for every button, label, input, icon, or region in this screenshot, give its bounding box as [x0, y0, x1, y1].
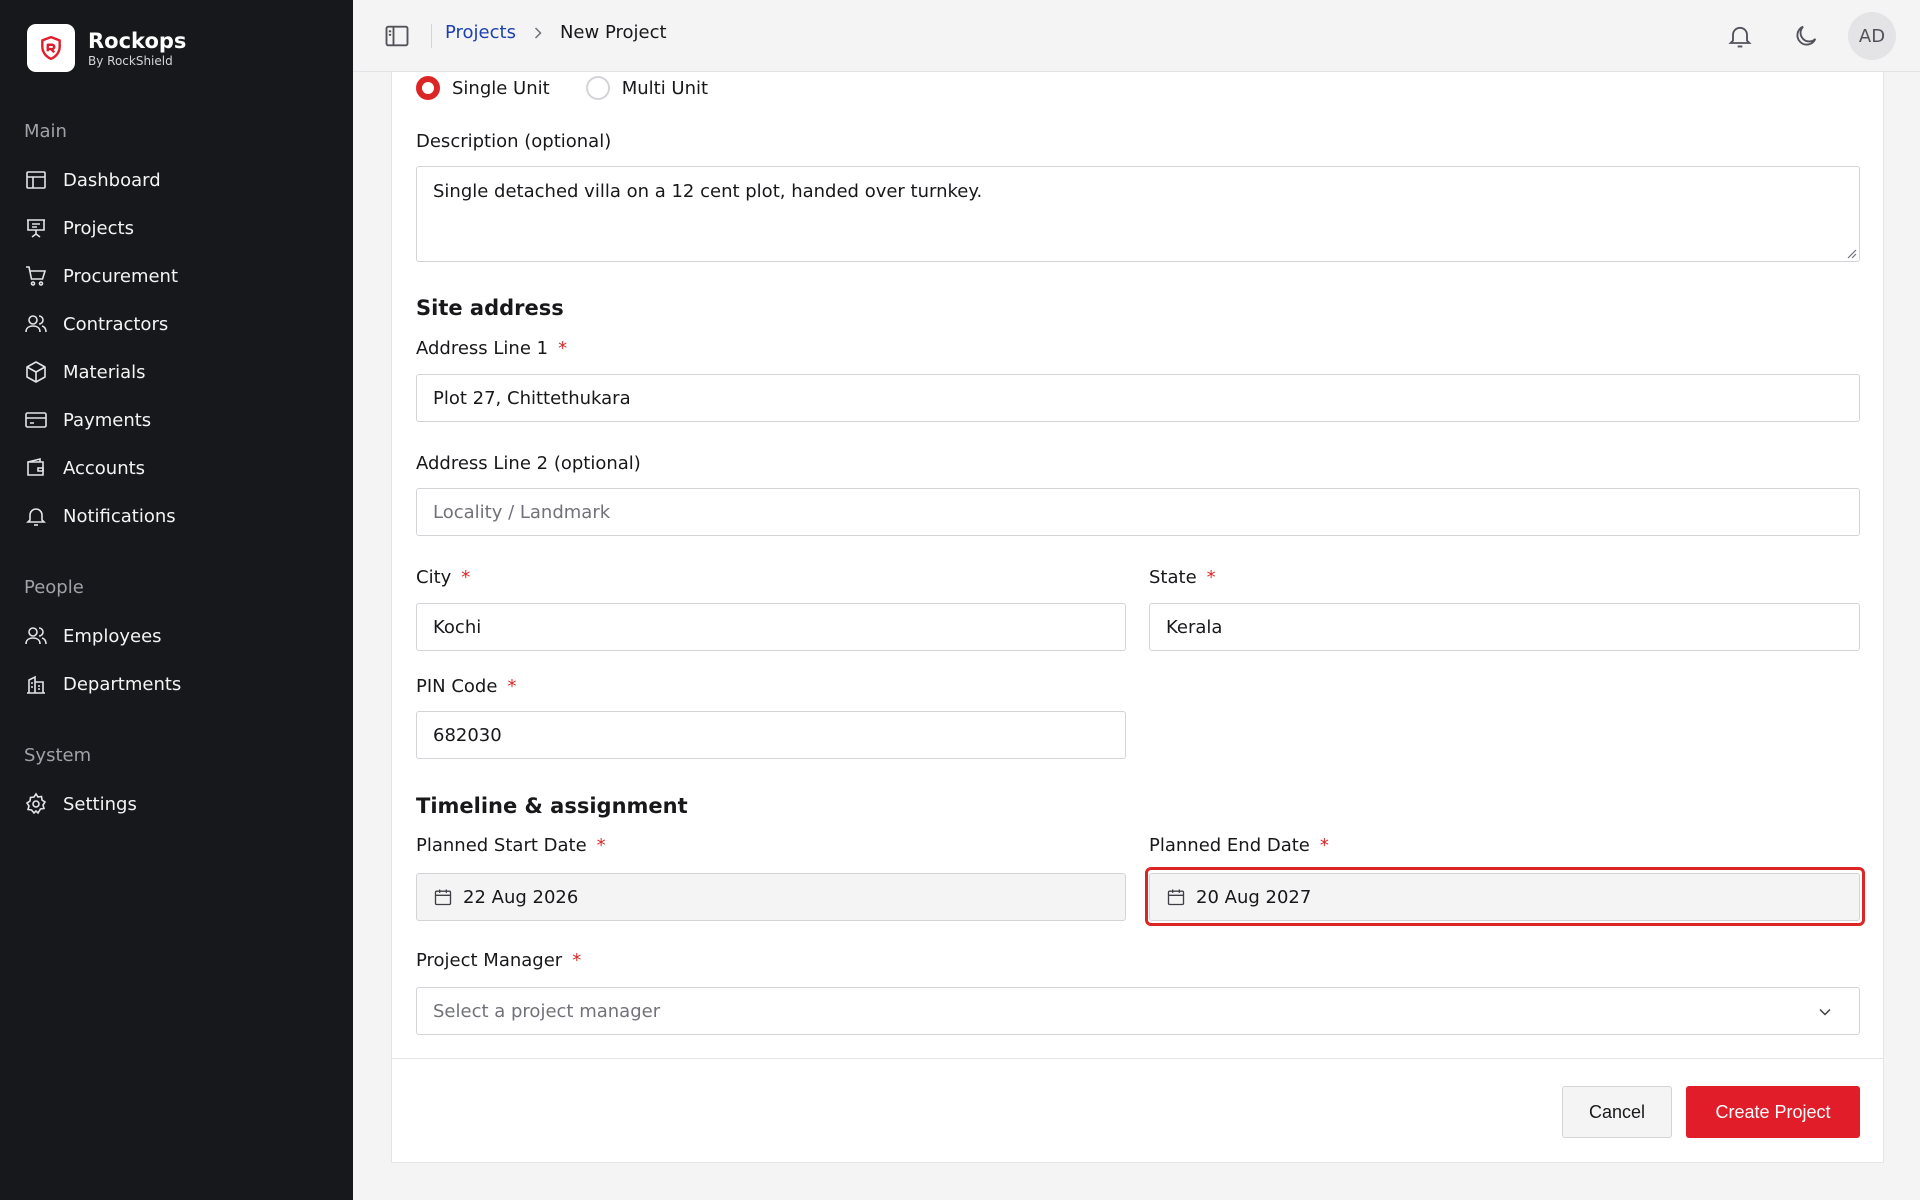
sidebar-item-label: Departments	[63, 673, 182, 695]
sidebar-item-projects[interactable]: Projects	[24, 208, 329, 248]
pin-code-label: PIN Code *	[416, 676, 517, 697]
sidebar-item-materials[interactable]: Materials	[24, 352, 329, 392]
breadcrumb-current: New Project	[559, 22, 667, 43]
moon-icon[interactable]	[1792, 22, 1820, 50]
cart-icon	[26, 266, 47, 286]
breadcrumb: Projects New Project	[445, 22, 667, 43]
multi-unit-radio[interactable]	[585, 76, 610, 100]
brand[interactable]: Rockops By RockShield	[27, 24, 186, 72]
sidebar-item-contractors[interactable]: Contractors	[24, 304, 329, 344]
address-line2-input[interactable]: Locality / Landmark	[416, 488, 1860, 536]
timeline-heading: Timeline & assignment	[416, 794, 688, 818]
new-project-form: Single Unit Multi Unit Description (opti…	[391, 72, 1884, 1163]
wallet-icon	[27, 457, 44, 476]
bell-icon[interactable]	[1726, 22, 1754, 50]
sidebar-item-payments[interactable]: Payments	[24, 400, 329, 440]
box-icon	[26, 361, 46, 383]
resize-handle-icon[interactable]	[1845, 247, 1857, 259]
brand-subtitle: By RockShield	[88, 53, 173, 68]
sidebar: Rockops By RockShield Main Dashboard Pro…	[0, 0, 353, 1200]
sidebar-toggle-icon[interactable]	[383, 22, 411, 50]
chevron-down-icon	[1819, 1008, 1831, 1016]
gear-icon	[25, 792, 47, 815]
calendar-icon	[1167, 889, 1185, 906]
sidebar-item-label: Notifications	[63, 505, 176, 527]
state-label: State *	[1149, 567, 1216, 588]
calendar-icon	[434, 889, 452, 906]
bell-icon	[26, 508, 46, 526]
description-textarea[interactable]: Single detached villa on a 12 cent plot,…	[416, 166, 1860, 262]
presentation-icon	[27, 219, 45, 238]
footer-divider	[392, 1058, 1883, 1059]
sidebar-item-notifications[interactable]: Notifications	[24, 496, 329, 536]
cancel-button[interactable]: Cancel	[1562, 1086, 1672, 1138]
nav-group-people: People	[24, 577, 84, 598]
pin-code-input[interactable]: 682030	[416, 711, 1126, 759]
sidebar-item-employees[interactable]: Employees	[24, 616, 329, 656]
sidebar-item-label: Payments	[63, 409, 152, 431]
top-header: Projects New Project AD	[353, 0, 1920, 72]
sidebar-item-procurement[interactable]: Procurement	[24, 256, 329, 296]
multi-unit-label: Multi Unit	[621, 77, 709, 99]
sidebar-item-label: Dashboard	[63, 169, 161, 191]
building-icon	[27, 675, 45, 694]
project-manager-select[interactable]: Select a project manager	[416, 987, 1860, 1035]
users-icon	[25, 627, 47, 645]
rockshield-logo-icon	[27, 24, 75, 72]
create-project-button[interactable]: Create Project	[1686, 1086, 1860, 1138]
chevron-right-icon	[534, 26, 542, 39]
single-unit-label: Single Unit	[452, 77, 550, 99]
card-icon	[25, 412, 47, 428]
single-unit-radio[interactable]	[416, 76, 440, 100]
planned-end-date-input[interactable]: 20 Aug 2027	[1149, 873, 1860, 921]
unit-type-radio-group: Single Unit Multi Unit	[416, 76, 744, 100]
sidebar-item-label: Procurement	[63, 265, 179, 287]
sidebar-item-label: Contractors	[63, 313, 169, 335]
address-line1-input[interactable]: Plot 27, Chittethukara	[416, 374, 1860, 422]
avatar[interactable]: AD	[1848, 12, 1896, 60]
header-divider	[431, 24, 432, 48]
address-line1-label: Address Line 1 *	[416, 338, 568, 359]
sidebar-item-dashboard[interactable]: Dashboard	[24, 160, 329, 200]
sidebar-item-label: Settings	[63, 793, 137, 815]
city-input[interactable]: Kochi	[416, 603, 1126, 651]
description-value: Single detached villa on a 12 cent plot,…	[433, 181, 983, 202]
sidebar-item-settings[interactable]: Settings	[24, 784, 329, 824]
nav-group-system: System	[24, 745, 92, 766]
sidebar-item-label: Projects	[63, 217, 134, 239]
sidebar-item-label: Accounts	[63, 457, 146, 479]
city-label: City *	[416, 567, 471, 588]
site-address-heading: Site address	[416, 296, 564, 320]
project-manager-label: Project Manager *	[416, 950, 582, 971]
brand-name: Rockops	[88, 28, 187, 53]
users-icon	[25, 315, 47, 333]
planned-start-date-input[interactable]: 22 Aug 2026	[416, 873, 1126, 921]
sidebar-item-label: Employees	[63, 625, 162, 647]
planned-end-label: Planned End Date *	[1149, 835, 1329, 856]
state-input[interactable]: Kerala	[1149, 603, 1860, 651]
address-line2-label: Address Line 2 (optional)	[416, 453, 641, 474]
breadcrumb-projects-link[interactable]: Projects	[445, 22, 516, 43]
nav-group-main: Main	[24, 121, 67, 142]
sidebar-item-label: Materials	[63, 361, 146, 383]
sidebar-item-departments[interactable]: Departments	[24, 664, 329, 704]
planned-start-label: Planned Start Date *	[416, 835, 606, 856]
layout-icon	[26, 171, 46, 189]
description-label: Description (optional)	[416, 131, 612, 152]
sidebar-item-accounts[interactable]: Accounts	[24, 448, 329, 488]
